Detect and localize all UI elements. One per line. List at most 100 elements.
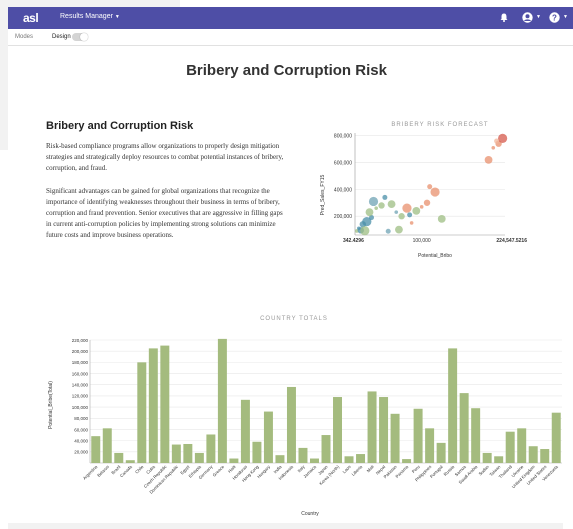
scatter-x-tick-label: 100,000 (413, 238, 431, 244)
scatter-point (368, 196, 379, 207)
scatter-point (409, 221, 414, 225)
scatter-grid (354, 133, 505, 236)
bar-y-tick-label: 180,000 (72, 360, 89, 365)
scatter-points (354, 133, 508, 236)
svg-text:?: ? (552, 13, 557, 22)
toggle-knob (80, 33, 88, 41)
bar-x-tick-label: Belarus (96, 464, 110, 478)
scatter-point (394, 210, 399, 214)
bar-x-tick-label: Argentina (82, 464, 99, 481)
bar-x-tick-label: Portugal (429, 464, 444, 479)
country-bar (275, 455, 285, 463)
country-bar (344, 456, 354, 463)
country-bar (356, 454, 366, 463)
scatter-point (419, 205, 424, 209)
scatter-point (412, 206, 421, 215)
bar-y-tick-label: 120,000 (72, 394, 89, 399)
scatter-point (430, 187, 440, 197)
country-bar (413, 408, 423, 463)
bar-x-ticks: ArgentinaBelarus BrazilCanada Chile CubaCze… (82, 464, 559, 495)
background-window (0, 150, 8, 529)
bar-y-tick-label: 60,000 (74, 427, 88, 432)
bar-series (91, 338, 561, 463)
scatter-point (423, 199, 431, 206)
user-menu-chevron-icon[interactable]: ▼ (536, 14, 541, 20)
results-manager-menu[interactable]: Results Manager ▼ (60, 13, 120, 20)
chevron-down-icon: ▼ (114, 14, 120, 20)
modes-label: Modes (15, 34, 34, 40)
country-bar (551, 412, 561, 463)
bar-x-tick-label: Chile (134, 464, 145, 475)
country-bar (309, 458, 319, 463)
country-bar (206, 434, 216, 463)
country-bar (194, 452, 204, 463)
country-bar (91, 436, 101, 463)
scatter-point (374, 206, 378, 210)
scatter-point (395, 225, 403, 234)
bar-y-tick-label: 20,000 (74, 450, 88, 455)
scatter-point (491, 145, 496, 150)
design-label: Design (52, 34, 71, 40)
country-bar (321, 435, 331, 463)
scatter-point (378, 202, 385, 209)
bar-y-tick-label: 140,000 (72, 383, 89, 388)
bar-y-ticks: 20,000 40,000 60,000 80,000 100,000 120,000 14… (72, 338, 89, 455)
country-bar (402, 459, 412, 463)
bar-y-tick-label: 220,000 (72, 338, 89, 343)
scatter-x-tick-label: 224,547.5216 (496, 238, 527, 244)
bar-chart-title: COUNTRY TOTALS (260, 316, 328, 322)
country-bar (471, 408, 481, 463)
country-bar (252, 441, 262, 463)
design-toggle[interactable] (72, 33, 88, 41)
country-bar (171, 444, 181, 463)
country-bar (482, 452, 492, 463)
country-bar (240, 399, 250, 463)
country-bar (114, 452, 124, 463)
bar-x-tick-label: Liberia (351, 464, 364, 477)
bar-y-tick-label: 100,000 (72, 405, 89, 410)
scatter-point (407, 212, 413, 218)
help-icon[interactable]: ? (549, 12, 560, 23)
scatter-x-ticks: 342.4296 100,000 224,547.5216 (343, 238, 527, 244)
scatter-point (402, 203, 412, 213)
scatter-y-tick-label: 200,000 (334, 214, 352, 220)
scatter-y-tick-label: 800,000 (334, 134, 352, 140)
scatter-y-tick-label: 400,000 (334, 187, 352, 193)
country-bar (459, 393, 469, 463)
bar-x-tick-label: Canada (119, 464, 134, 479)
help-menu-chevron-icon[interactable]: ▼ (563, 14, 568, 20)
country-bar (298, 447, 308, 463)
country-bar (425, 428, 435, 463)
section-title: Bribery and Corruption Risk (46, 120, 194, 132)
bar-y-tick-label: 200,000 (72, 349, 89, 354)
intro-paragraph: Risk-based compliance programs allow org… (46, 142, 284, 172)
bar-x-tick-label: Thailand (498, 464, 514, 480)
user-icon[interactable] (522, 12, 533, 23)
scatter-y-tick-label: 600,000 (334, 161, 352, 167)
country-bar (160, 345, 170, 463)
bar-y-tick-label: 40,000 (74, 438, 88, 443)
bribery-risk-forecast-chart[interactable]: BRIBERY RISK FORECAST 200,000 400,000 600,… (300, 115, 560, 260)
scatter-point (398, 213, 405, 220)
country-bar (390, 413, 400, 463)
country-bar (148, 348, 158, 463)
country-bar (263, 411, 273, 463)
bar-y-tick-label: 160,000 (72, 371, 89, 376)
bar-y-axis-label: Potential_Bribe(Total) (48, 381, 54, 429)
country-bar (540, 449, 550, 463)
scatter-point (365, 208, 374, 217)
scatter-point (494, 138, 500, 144)
country-bar (125, 460, 135, 463)
country-bar (379, 397, 389, 463)
country-totals-chart[interactable]: COUNTRY TOTALS 20,000 40,000 60,000 80,000 1… (40, 310, 565, 523)
bell-icon[interactable] (500, 13, 508, 22)
bar-y-tick-label: 80,000 (74, 416, 88, 421)
country-bar (517, 428, 527, 463)
app-logo[interactable]: asl (23, 11, 39, 25)
page-title: Bribery and Corruption Risk (186, 62, 387, 79)
bar-x-tick-label: Panama (394, 464, 409, 479)
scatter-y-axis-label: Pred_Sales_FY15 (320, 174, 326, 215)
scatter-point (382, 194, 388, 200)
country-bar (448, 348, 458, 463)
scatter-y-ticks: 200,000 400,000 600,000 800,000 (334, 134, 352, 221)
